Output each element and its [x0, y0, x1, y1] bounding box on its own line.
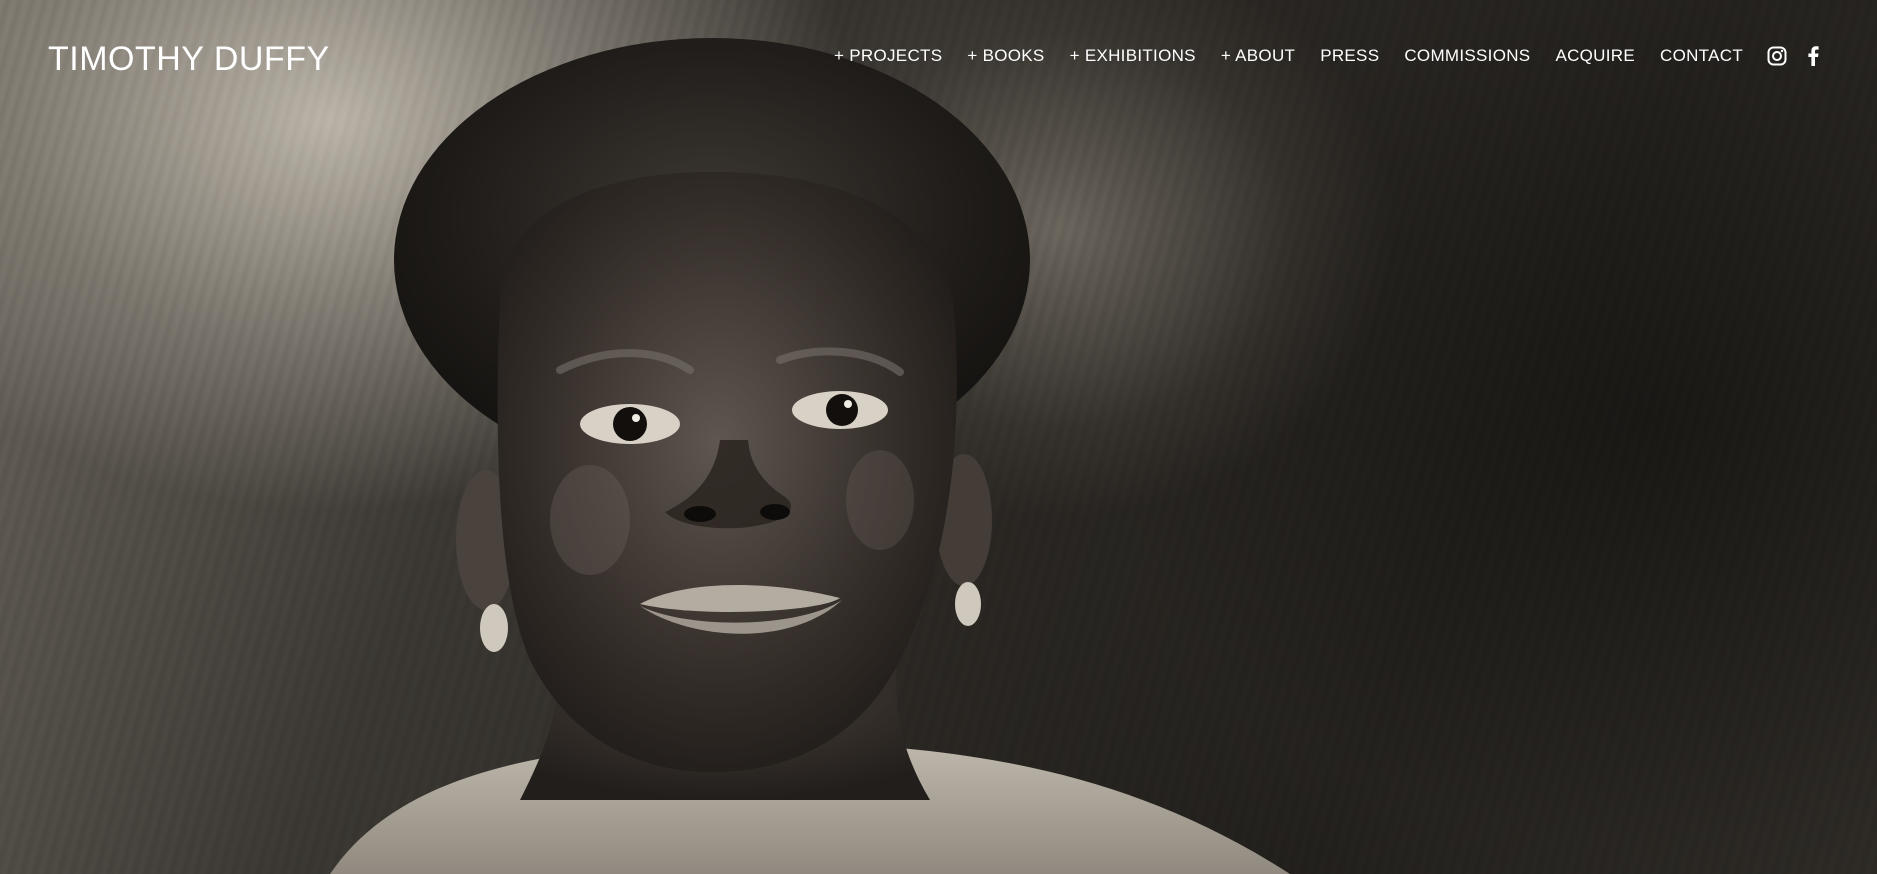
- facebook-icon[interactable]: [1803, 46, 1823, 66]
- site-header: TIMOTHY DUFFY + PROJECTS + BOOKS + EXHIB…: [0, 0, 1877, 120]
- nav-item-books[interactable]: + BOOKS: [967, 46, 1044, 66]
- nav-item-contact[interactable]: CONTACT: [1660, 46, 1743, 66]
- page: TIMOTHY DUFFY + PROJECTS + BOOKS + EXHIB…: [0, 0, 1877, 874]
- nav-item-projects[interactable]: + PROJECTS: [834, 46, 942, 66]
- portrait-photo: [330, 38, 1290, 874]
- nav-item-about[interactable]: + ABOUT: [1221, 46, 1295, 66]
- nav-item-acquire[interactable]: ACQUIRE: [1555, 46, 1635, 66]
- nav-item-press[interactable]: PRESS: [1320, 46, 1379, 66]
- nav-item-exhibitions[interactable]: + EXHIBITIONS: [1070, 46, 1196, 66]
- instagram-icon[interactable]: [1767, 46, 1787, 66]
- main-nav: + PROJECTS + BOOKS + EXHIBITIONS + ABOUT…: [834, 46, 1823, 66]
- site-title-link[interactable]: TIMOTHY DUFFY: [48, 40, 330, 79]
- nav-item-commissions[interactable]: COMMISSIONS: [1404, 46, 1530, 66]
- social-links: [1767, 46, 1823, 66]
